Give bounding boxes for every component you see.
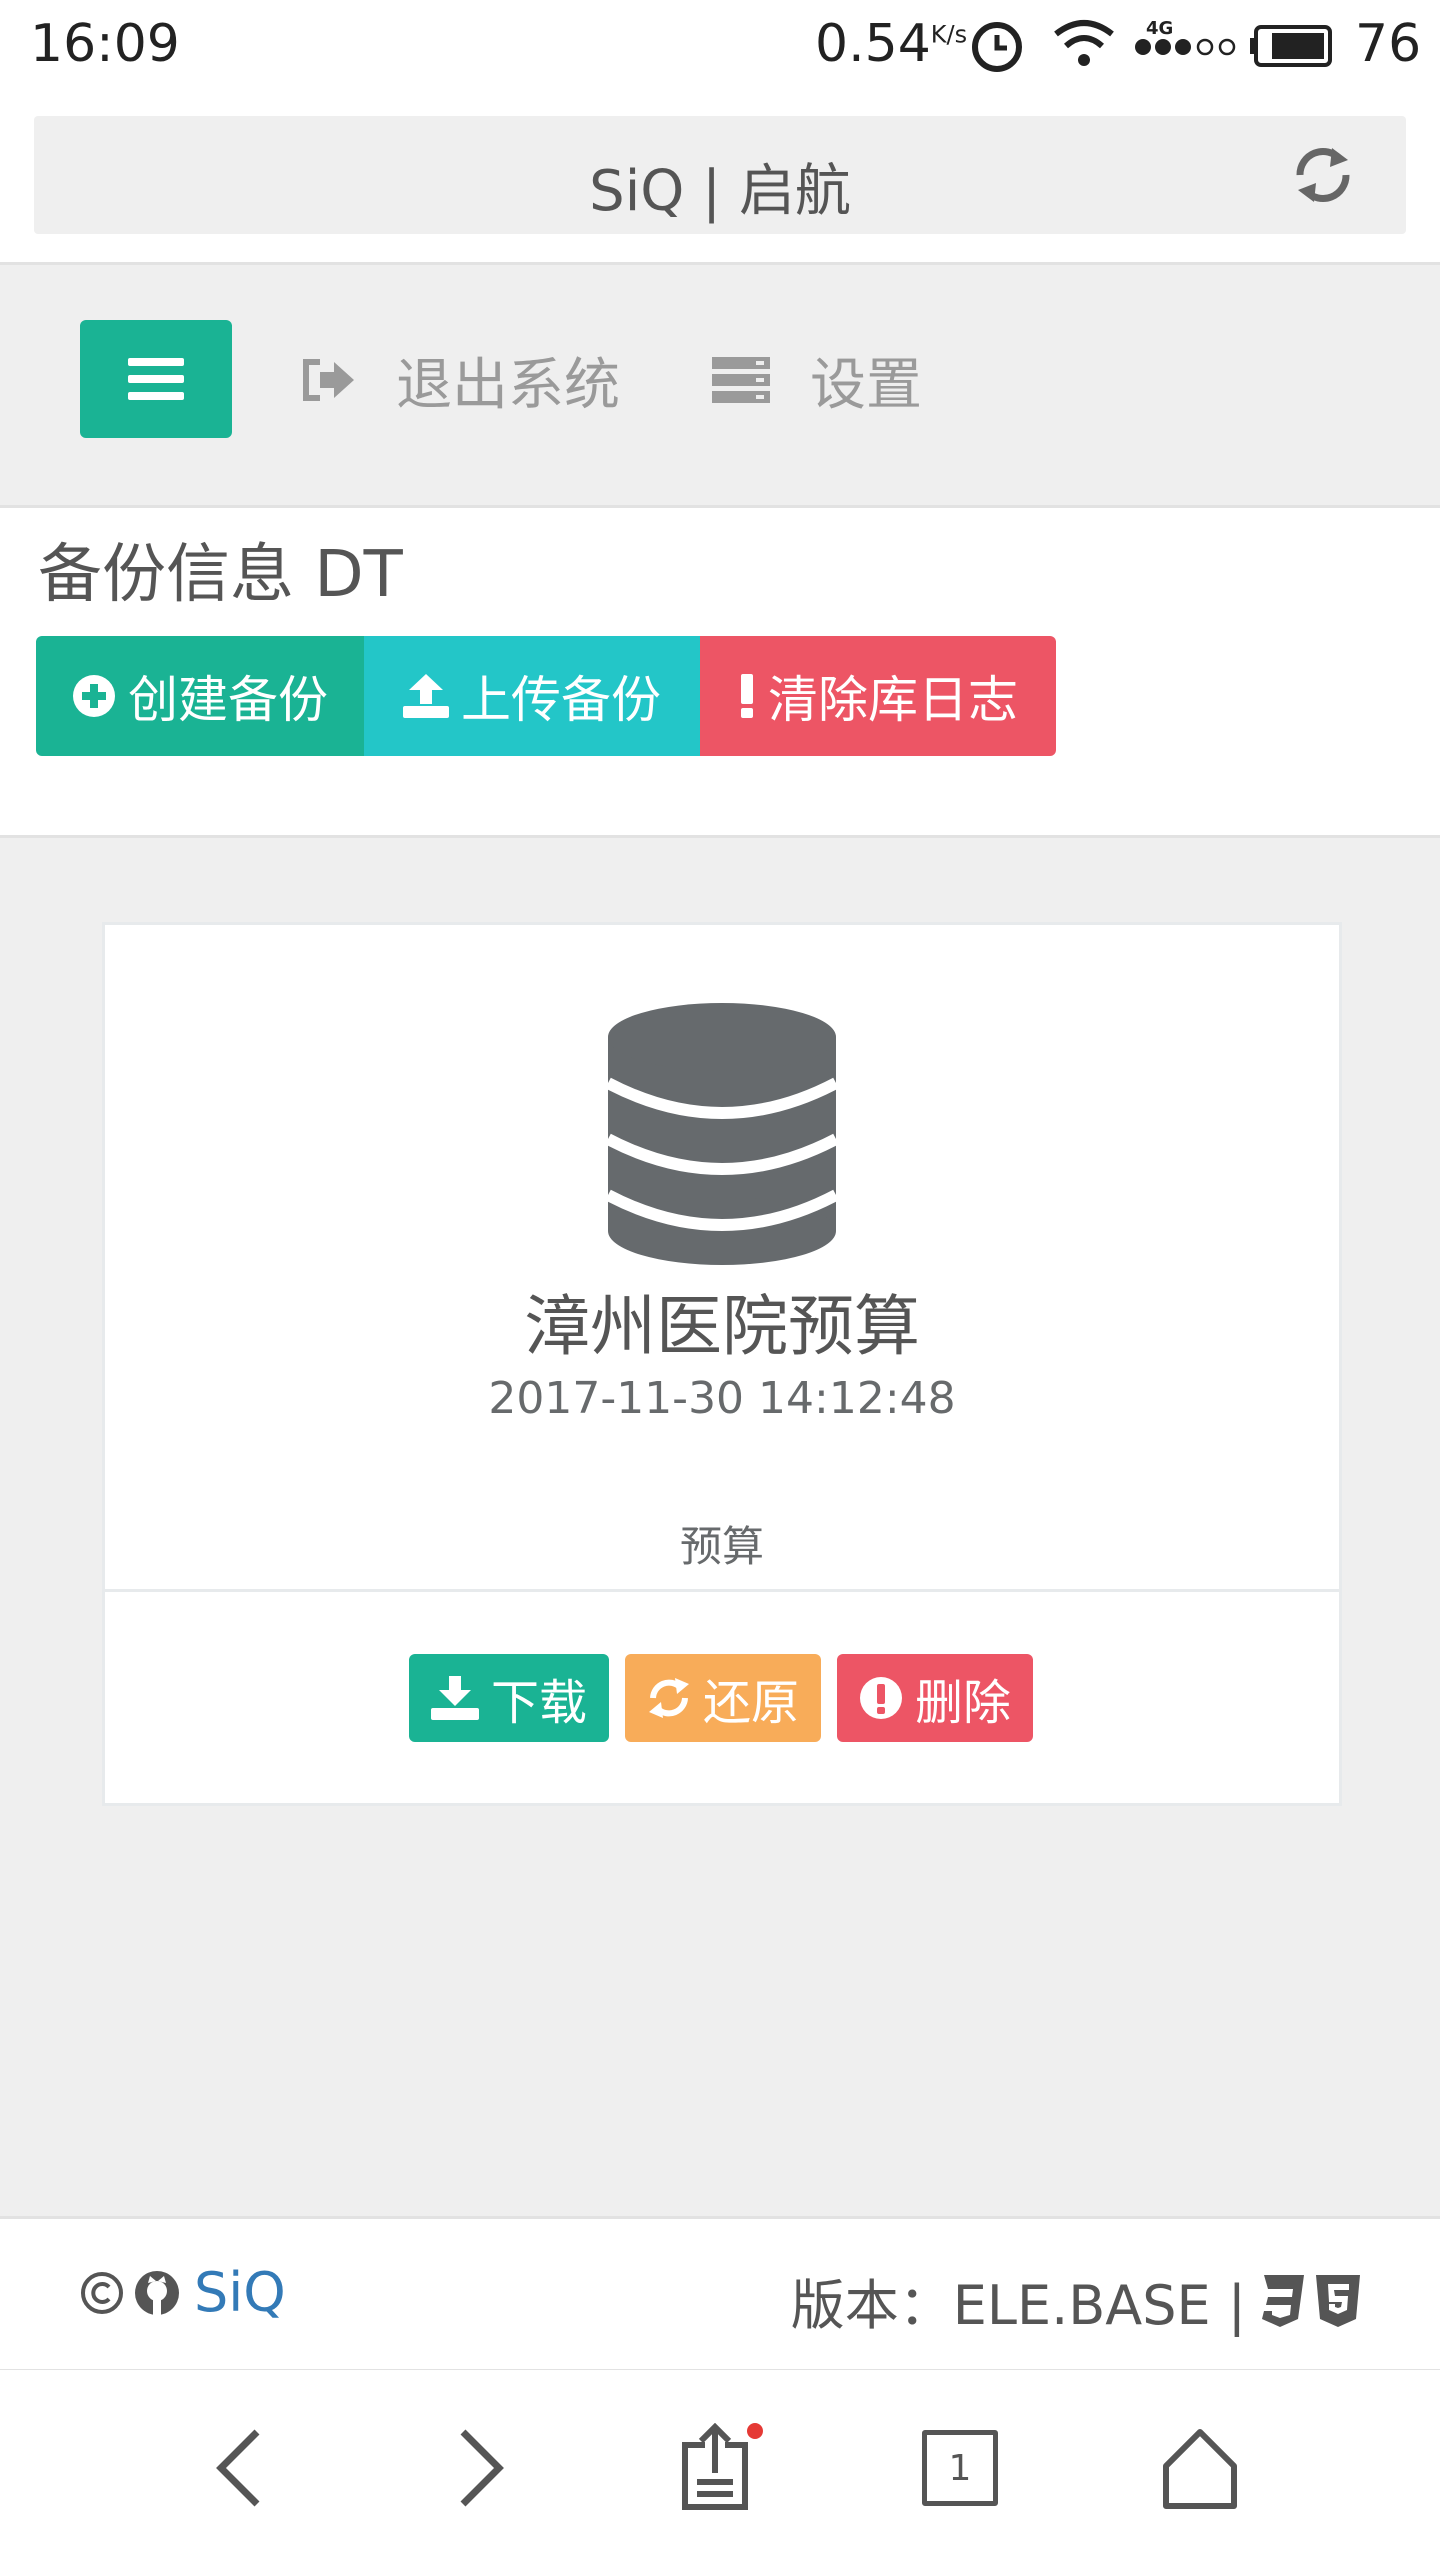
signal-icon xyxy=(1135,38,1236,56)
download-label: 下载 xyxy=(490,1675,587,1731)
copyright-icon xyxy=(81,2271,123,2314)
tabs-button[interactable]: 1 xyxy=(910,2418,1010,2518)
status-net-unit: K/s xyxy=(930,20,968,49)
status-bar: 16:09 0.54K/s 4G 76 xyxy=(0,0,1440,100)
page-title: SiQ | 启航 xyxy=(589,159,851,224)
home-icon xyxy=(1163,2429,1237,2509)
alarm-icon xyxy=(972,22,1022,72)
backup-actions: 创建备份 上传备份 清除库日志 xyxy=(36,636,1056,756)
upload-backup-button[interactable]: 上传备份 xyxy=(364,636,700,756)
restore-button[interactable]: 还原 xyxy=(625,1654,821,1742)
logout-label: 退出系统 xyxy=(396,352,620,418)
delete-button[interactable]: 删除 xyxy=(837,1654,1033,1742)
backup-tag: 预算 xyxy=(679,1522,764,1571)
html5-icon xyxy=(1316,2274,1360,2327)
battery-level: 76 xyxy=(1355,14,1422,74)
css3-icon xyxy=(1262,2274,1304,2327)
browser-header: SiQ | 启航 xyxy=(0,100,1440,265)
siq-link[interactable]: SiQ xyxy=(194,2261,286,2324)
download-button[interactable]: 下载 xyxy=(409,1654,609,1742)
restore-label: 还原 xyxy=(702,1675,799,1731)
upload-icon xyxy=(403,674,449,718)
exclamation-circle-icon xyxy=(859,1677,902,1719)
status-time: 16:09 xyxy=(30,14,180,74)
tabs-icon: 1 xyxy=(922,2430,998,2506)
upload-backup-label: 上传备份 xyxy=(461,671,661,729)
home-button[interactable] xyxy=(1150,2418,1250,2518)
backup-card: 漳州医院预算 2017-11-30 14:12:48 预算 下载 还原 删除 xyxy=(102,922,1342,1806)
footer-left: SiQ xyxy=(80,2261,286,2324)
refresh-icon xyxy=(648,1678,689,1718)
wifi-icon xyxy=(1054,20,1114,66)
hamburger-icon xyxy=(128,358,184,400)
share-icon xyxy=(682,2423,763,2510)
browser-toolbar: 1 xyxy=(0,2370,1440,2560)
address-bar[interactable]: SiQ | 启航 xyxy=(34,116,1406,234)
plus-circle-icon xyxy=(73,675,115,717)
chevron-right-icon xyxy=(460,2429,504,2507)
backup-timestamp: 2017-11-30 14:12:48 xyxy=(488,1373,956,1424)
section-title: 备份信息 DT xyxy=(38,538,403,612)
delete-label: 删除 xyxy=(914,1675,1011,1731)
create-backup-label: 创建备份 xyxy=(128,671,328,729)
logout-link[interactable]: 退出系统 xyxy=(300,350,620,418)
exclamation-icon xyxy=(741,674,753,718)
backup-title: 漳州医院预算 xyxy=(524,1288,920,1365)
clear-log-button[interactable]: 清除库日志 xyxy=(700,636,1056,756)
footer-right: 版本：ELE.BASE | xyxy=(791,2261,1360,2340)
status-net-speed: 0.54K/s xyxy=(815,14,968,74)
clear-log-label: 清除库日志 xyxy=(768,671,1018,729)
github-icon xyxy=(135,2270,179,2315)
card-actions: 下载 还原 删除 xyxy=(409,1654,1033,1742)
footer: SiQ 版本：ELE.BASE | xyxy=(0,2216,1440,2372)
menu-toggle-button[interactable] xyxy=(80,320,232,438)
version-text: 版本：ELE.BASE | xyxy=(790,2274,1246,2337)
database-icon xyxy=(608,1003,836,1265)
server-icon xyxy=(712,357,770,403)
card-divider xyxy=(105,1589,1339,1592)
forward-button[interactable] xyxy=(432,2418,532,2518)
top-nav: 退出系统 设置 xyxy=(0,265,1440,508)
settings-label: 设置 xyxy=(810,352,922,418)
reload-icon[interactable] xyxy=(1288,140,1358,210)
share-button[interactable] xyxy=(670,2418,770,2518)
create-backup-button[interactable]: 创建备份 xyxy=(36,636,364,756)
tabs-count: 1 xyxy=(948,2447,972,2489)
battery-icon xyxy=(1250,25,1332,67)
back-button[interactable] xyxy=(188,2418,288,2518)
backup-section: 备份信息 DT 创建备份 上传备份 清除库日志 xyxy=(0,508,1440,838)
download-icon xyxy=(430,1676,479,1720)
sign-out-icon xyxy=(303,359,354,401)
chevron-left-icon xyxy=(216,2429,260,2507)
settings-link[interactable]: 设置 xyxy=(712,350,922,418)
